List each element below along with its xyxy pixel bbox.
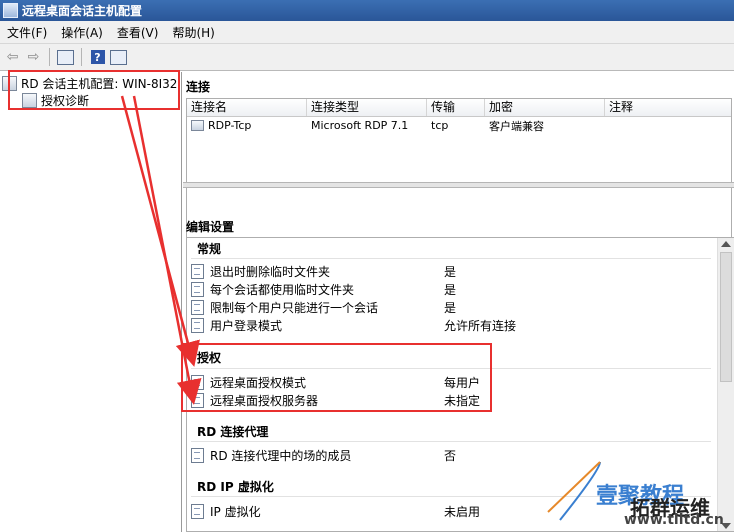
forward-arrow-icon[interactable]: ⇨ [24, 48, 43, 67]
cell-transport: tcp [431, 119, 449, 132]
menu-help[interactable]: 帮助(H) [165, 24, 221, 41]
connections-header: 连接名 连接类型 传输 加密 注释 [187, 99, 731, 117]
action-pane-icon[interactable] [109, 48, 128, 67]
col-header-comment[interactable]: 注释 [605, 99, 731, 116]
pane-splitter[interactable] [183, 182, 734, 188]
menu-bar: 文件(F) 操作(A) 查看(V) 帮助(H) [0, 21, 734, 44]
setting-value: 否 [444, 448, 457, 463]
col-header-encryption[interactable]: 加密 [485, 99, 605, 116]
scroll-up-arrow-icon[interactable] [721, 241, 731, 247]
setting-row[interactable]: 限制每个用户只能进行一个会话 是 [191, 298, 711, 316]
title-bar: 远程桌面会话主机配置 [0, 0, 734, 21]
setting-name: 退出时删除临时文件夹 [210, 264, 331, 279]
setting-name: 限制每个用户只能进行一个会话 [210, 300, 379, 315]
connections-title: 连接 [186, 80, 211, 94]
col-header-type[interactable]: 连接类型 [307, 99, 427, 116]
setting-icon [191, 281, 204, 297]
setting-icon [191, 317, 204, 333]
setting-icon [191, 503, 204, 519]
window-title: 远程桌面会话主机配置 [22, 4, 143, 18]
setting-name: RD 连接代理中的场的成员 [210, 448, 352, 463]
setting-value: 是 [444, 264, 457, 279]
connection-icon [191, 120, 204, 131]
setting-row[interactable]: 每个会话都使用临时文件夹 是 [191, 280, 711, 298]
group-title-connection-broker: RD 连接代理 [197, 425, 269, 439]
connections-table: 连接名 连接类型 传输 加密 注释 RDP-Tcp Microsoft RDP … [186, 98, 732, 259]
setting-icon [191, 299, 204, 315]
help-icon[interactable]: ? [88, 48, 107, 67]
table-row[interactable]: RDP-Tcp Microsoft RDP 7.1 tcp 客户端兼容 [187, 117, 731, 134]
setting-row[interactable]: RD 连接代理中的场的成员 否 [191, 446, 711, 464]
col-header-name[interactable]: 连接名 [187, 99, 307, 116]
menu-file[interactable]: 文件(F) [0, 24, 54, 41]
setting-value: 未启用 [444, 504, 481, 519]
show-hide-console-tree-icon[interactable] [56, 48, 75, 67]
setting-name: 每个会话都使用临时文件夹 [210, 282, 355, 297]
scroll-thumb[interactable] [720, 252, 732, 382]
setting-name: 用户登录模式 [210, 318, 283, 333]
setting-value: 是 [444, 282, 457, 297]
setting-row[interactable]: 退出时删除临时文件夹 是 [191, 262, 711, 280]
group-divider [191, 441, 711, 442]
cell-encryption: 客户端兼容 [489, 119, 544, 133]
menu-action[interactable]: 操作(A) [54, 24, 110, 41]
group-title-general: 常规 [197, 242, 222, 256]
cell-type: Microsoft RDP 7.1 [311, 119, 409, 132]
settings-scrollbar[interactable] [717, 238, 734, 531]
toolbar-separator [49, 48, 50, 66]
menu-view[interactable]: 查看(V) [110, 24, 166, 41]
annotation-box-licensing [181, 343, 492, 412]
details-pane: 连接 连接名 连接类型 传输 加密 注释 RDP-Tcp Microsoft R… [183, 72, 734, 532]
setting-value: 允许所有连接 [444, 318, 517, 333]
setting-icon [191, 263, 204, 279]
setting-row[interactable]: 用户登录模式 允许所有连接 [191, 316, 711, 334]
setting-name: IP 虚拟化 [210, 504, 261, 519]
col-header-transport[interactable]: 传输 [427, 99, 485, 116]
setting-value: 是 [444, 300, 457, 315]
toolbar: ⇦ ⇨ ? [0, 44, 734, 71]
setting-icon [191, 447, 204, 463]
back-arrow-icon[interactable]: ⇦ [3, 48, 22, 67]
console-tree: RD 会话主机配置: WIN-8I326 授权诊断 [0, 72, 182, 532]
group-title-ip-virtualization: RD IP 虚拟化 [197, 480, 274, 494]
app-icon [3, 3, 18, 18]
cell-name: RDP-Tcp [187, 119, 307, 132]
annotation-box-tree [8, 70, 180, 110]
toolbar-separator [81, 48, 82, 66]
group-divider [191, 258, 711, 259]
edit-settings-title: 编辑设置 [186, 220, 235, 234]
watermark-text-3: www.tlltd.cn [624, 512, 724, 528]
